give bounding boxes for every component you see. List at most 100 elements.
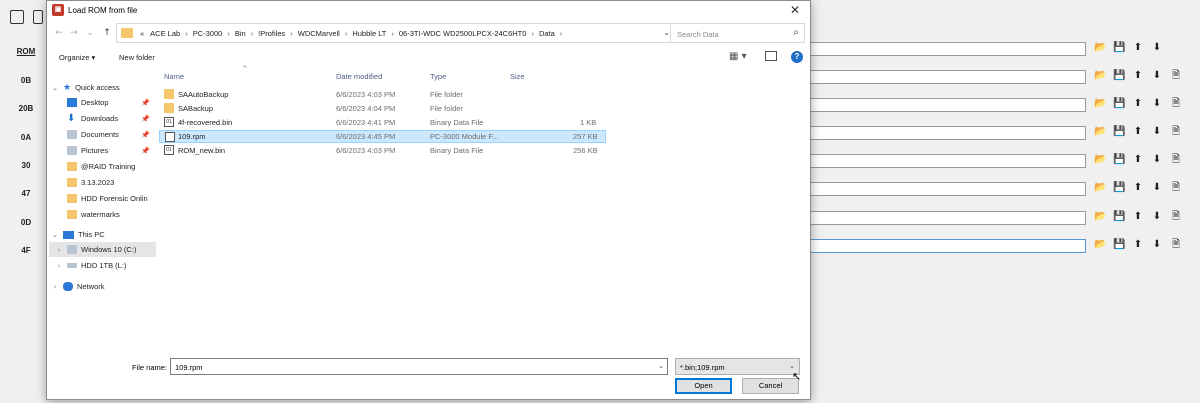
breadcrumb-item[interactable]: ACE Lab bbox=[147, 29, 183, 38]
module-path-field[interactable] bbox=[810, 98, 1086, 112]
file-row[interactable]: 01 ROM_new.bin 6/6/2023 4:03 PM Binary D… bbox=[159, 144, 606, 157]
recent-dropdown-icon[interactable]: ⌄ bbox=[83, 27, 97, 39]
sidebar-item-pictures[interactable]: Pictures bbox=[67, 143, 108, 158]
new-file-icon[interactable] bbox=[10, 10, 24, 24]
download-icon[interactable]: ⬇ bbox=[1151, 70, 1163, 82]
collapse-chevron-icon[interactable]: ⌄ bbox=[51, 84, 59, 92]
quick-access[interactable]: ⌄ ★ Quick access bbox=[51, 80, 120, 95]
breadcrumb-item[interactable]: WDCMarvell bbox=[295, 29, 343, 38]
sidebar-item-watermarks[interactable]: watermarks bbox=[67, 207, 120, 222]
column-header-date[interactable]: Date modified bbox=[336, 72, 382, 81]
breadcrumb-item[interactable]: Data bbox=[536, 29, 558, 38]
upload-icon[interactable]: ⬆ bbox=[1132, 211, 1144, 223]
expand-chevron-icon[interactable]: › bbox=[55, 262, 63, 270]
document-icon[interactable]: 🗎 bbox=[1170, 70, 1182, 82]
document-icon[interactable]: 🗎 bbox=[1170, 126, 1182, 138]
organize-button[interactable]: Organize ▾ bbox=[59, 53, 95, 62]
open-folder-icon[interactable]: 📂 bbox=[1094, 70, 1106, 82]
save-icon[interactable]: 💾 bbox=[1113, 182, 1125, 194]
document-icon[interactable]: 🗎 bbox=[1170, 211, 1182, 223]
module-path-field[interactable] bbox=[810, 70, 1086, 84]
save-icon[interactable]: 💾 bbox=[1113, 154, 1125, 166]
help-icon[interactable]: ? bbox=[791, 51, 803, 63]
forward-arrow-icon[interactable]: → bbox=[67, 27, 81, 39]
file-type-select[interactable]: *.bin;109.rpm ⌄ bbox=[675, 358, 800, 375]
view-options-icon[interactable]: ▦ ▾ bbox=[729, 51, 747, 62]
breadcrumb-item[interactable]: 06-3TI-WDC WD2500LPCX-24C6HT0 bbox=[396, 29, 530, 38]
expand-chevron-icon[interactable]: › bbox=[51, 283, 59, 291]
up-arrow-icon[interactable]: ↑ bbox=[100, 27, 114, 39]
breadcrumb-item[interactable]: Bin bbox=[232, 29, 249, 38]
download-icon[interactable]: ⬇ bbox=[1151, 211, 1163, 223]
breadcrumb-item[interactable]: PC-3000 bbox=[190, 29, 226, 38]
upload-icon[interactable]: ⬆ bbox=[1132, 98, 1144, 110]
download-icon[interactable]: ⬇ bbox=[1151, 154, 1163, 166]
upload-icon[interactable]: ⬆ bbox=[1132, 126, 1144, 138]
save-icon[interactable]: 💾 bbox=[1113, 239, 1125, 251]
open-folder-icon[interactable]: 📂 bbox=[1094, 182, 1106, 194]
sidebar-item-hdd-forensic[interactable]: HDD Forensic Onlin bbox=[67, 191, 148, 206]
close-button[interactable]: ✕ bbox=[786, 2, 804, 18]
open-button[interactable]: Open bbox=[675, 378, 732, 394]
new-folder-button[interactable]: New folder bbox=[119, 53, 155, 62]
column-header-type[interactable]: Type bbox=[430, 72, 446, 81]
save-icon[interactable]: 💾 bbox=[1113, 126, 1125, 138]
breadcrumb-item[interactable]: Hubble LT bbox=[349, 29, 389, 38]
save-icon[interactable]: 💾 bbox=[1113, 42, 1125, 54]
title-bar[interactable]: ▣ Load ROM from file ✕ bbox=[47, 1, 810, 21]
download-icon[interactable]: ⬇ bbox=[1151, 182, 1163, 194]
column-header-size[interactable]: Size bbox=[510, 72, 525, 81]
upload-icon[interactable]: ⬆ bbox=[1132, 42, 1144, 54]
sidebar-item-raid-training[interactable]: @RAID Training bbox=[67, 159, 135, 174]
open-folder-icon[interactable]: 📂 bbox=[1094, 42, 1106, 54]
cancel-button[interactable]: Cancel bbox=[742, 378, 799, 394]
sidebar-item-3-13-2023[interactable]: 3.13.2023 bbox=[67, 175, 114, 190]
module-path-field[interactable] bbox=[810, 211, 1086, 225]
document-icon[interactable]: 🗎 bbox=[1170, 154, 1182, 166]
sidebar-item-downloads[interactable]: ⬇ Downloads bbox=[67, 111, 118, 126]
upload-icon[interactable]: ⬆ bbox=[1132, 239, 1144, 251]
sidebar-item-desktop[interactable]: Desktop bbox=[67, 95, 109, 110]
file-row[interactable]: SAAutoBackup 6/6/2023 4:03 PM File folde… bbox=[159, 88, 606, 101]
rom-path-field[interactable] bbox=[810, 42, 1086, 56]
upload-icon[interactable]: ⬆ bbox=[1132, 70, 1144, 82]
expand-chevron-icon[interactable]: › bbox=[55, 246, 63, 254]
address-bar[interactable]: « ACE Lab › PC-3000 › Bin › !Profiles › … bbox=[116, 23, 691, 43]
save-icon[interactable]: 💾 bbox=[1113, 98, 1125, 110]
module-path-field[interactable] bbox=[810, 239, 1086, 253]
module-path-field[interactable] bbox=[810, 126, 1086, 140]
upload-icon[interactable]: ⬆ bbox=[1132, 182, 1144, 194]
chevron-down-icon[interactable]: ⌄ bbox=[789, 362, 795, 370]
preview-pane-icon[interactable] bbox=[765, 51, 777, 61]
save-icon[interactable]: 💾 bbox=[1113, 211, 1125, 223]
module-path-field[interactable] bbox=[810, 182, 1086, 196]
document-icon[interactable]: 🗎 bbox=[1170, 239, 1182, 251]
breadcrumb-overflow[interactable]: « bbox=[137, 29, 147, 38]
breadcrumb-item[interactable]: !Profiles bbox=[255, 29, 288, 38]
save-icon[interactable]: 💾 bbox=[1113, 70, 1125, 82]
back-arrow-icon[interactable]: ← bbox=[52, 27, 66, 39]
file-row-selected[interactable]: 109.rpm 6/6/2023 4:45 PM PC-3000 Module … bbox=[159, 130, 606, 143]
download-icon[interactable]: ⬇ bbox=[1151, 126, 1163, 138]
open-file-icon[interactable] bbox=[33, 10, 43, 24]
open-folder-icon[interactable]: 📂 bbox=[1094, 239, 1106, 251]
open-folder-icon[interactable]: 📂 bbox=[1094, 98, 1106, 110]
open-folder-icon[interactable]: 📂 bbox=[1094, 126, 1106, 138]
open-folder-icon[interactable]: 📂 bbox=[1094, 154, 1106, 166]
address-dropdown-icon[interactable]: ⌄ bbox=[663, 28, 670, 37]
upload-icon[interactable]: ⬆ bbox=[1132, 154, 1144, 166]
open-folder-icon[interactable]: 📂 bbox=[1094, 211, 1106, 223]
download-icon[interactable]: ⬇ bbox=[1151, 42, 1163, 54]
sidebar-item-documents[interactable]: Documents bbox=[67, 127, 119, 142]
download-icon[interactable]: ⬇ bbox=[1151, 98, 1163, 110]
module-path-field[interactable] bbox=[810, 154, 1086, 168]
file-name-input[interactable]: 109.rpm ⌄ bbox=[170, 358, 668, 375]
sidebar-item-hdd-l[interactable]: › HDD 1TB (L:) bbox=[55, 258, 127, 273]
document-icon[interactable]: 🗎 bbox=[1170, 182, 1182, 194]
document-icon[interactable]: 🗎 bbox=[1170, 98, 1182, 110]
sidebar-item-windows-c[interactable]: › Windows 10 (C:) bbox=[49, 242, 156, 257]
search-input[interactable]: Search Data ⌕ bbox=[670, 23, 805, 43]
column-header-name[interactable]: Name bbox=[164, 72, 184, 81]
sidebar-item-this-pc[interactable]: ⌄ This PC bbox=[51, 227, 105, 242]
file-row[interactable]: SABackup 6/6/2023 4:04 PM File folder bbox=[159, 102, 606, 115]
